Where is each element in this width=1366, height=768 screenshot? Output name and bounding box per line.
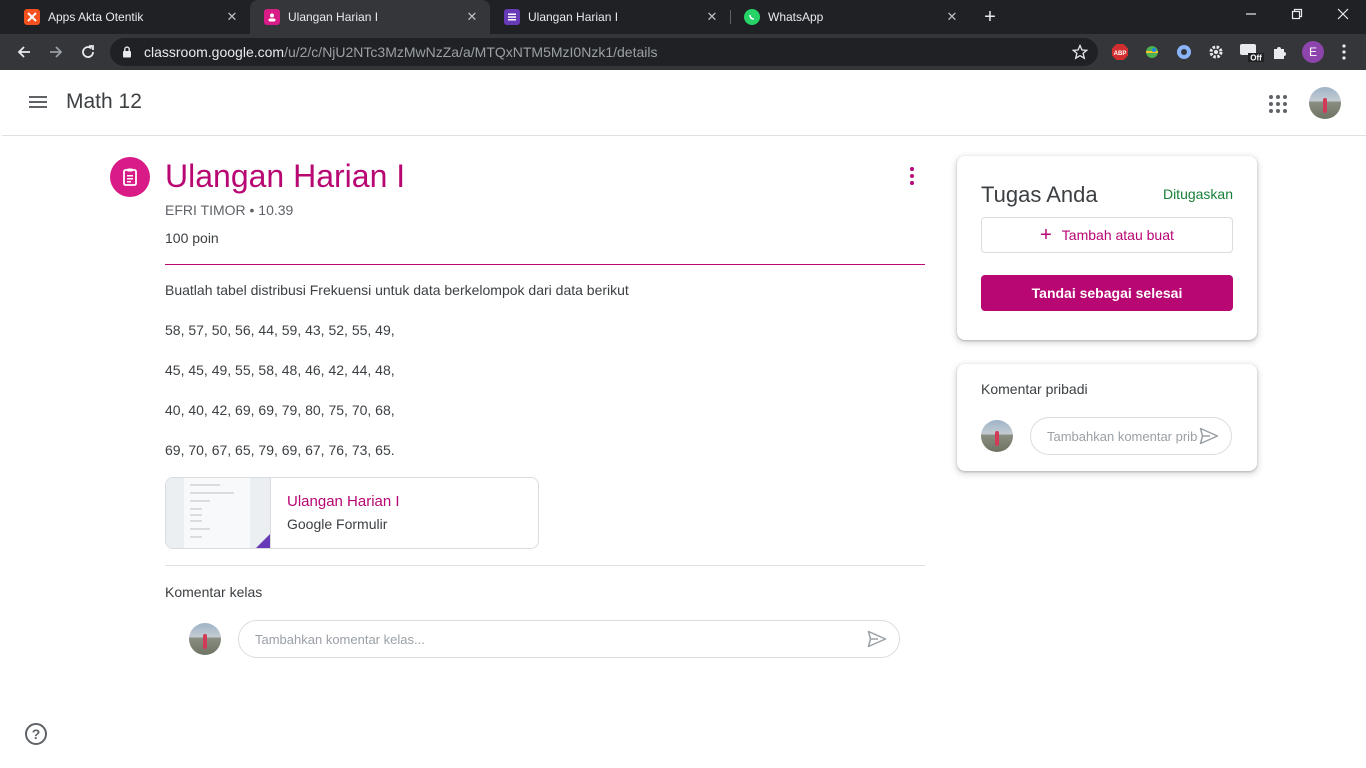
data-line: 69, 70, 67, 65, 79, 69, 67, 76, 73, 65. [165, 442, 395, 458]
classroom-favicon-icon [264, 9, 280, 25]
instructions-text: Buatlah tabel distribusi Frekuensi untuk… [165, 282, 629, 298]
browser-menu-icon[interactable] [1334, 42, 1354, 62]
title-divider [165, 264, 925, 265]
data-line: 40, 40, 42, 69, 69, 79, 80, 75, 70, 68, [165, 402, 395, 418]
minimize-icon[interactable] [1228, 0, 1274, 30]
back-icon[interactable] [12, 40, 36, 64]
browser-toolbar: classroom.google.com/u/2/c/NjU2NTc3MzMwN… [0, 34, 1366, 70]
assignment-icon [110, 157, 150, 197]
assignment-title: Ulangan Harian I [165, 158, 406, 194]
data-line: 45, 45, 49, 55, 58, 48, 46, 42, 44, 48, [165, 362, 395, 378]
assignment-details: Ulangan Harian I EFRI TIMOR • 10.39 100 … [0, 136, 1366, 768]
app-bar: Math 12 [2, 70, 1366, 136]
your-work-title: Tugas Anda [981, 182, 1098, 207]
add-or-create-button[interactable]: + Tambah atau buat [981, 217, 1233, 253]
forms-corner-icon [254, 534, 270, 548]
tab-title: WhatsApp [768, 10, 824, 24]
more-options-icon[interactable] [900, 164, 924, 188]
hamburger-menu-icon[interactable] [28, 92, 48, 112]
class-comment-input[interactable] [239, 631, 865, 647]
close-icon[interactable]: ✕ [944, 9, 960, 25]
adblock-plus-icon[interactable]: ABP [1110, 42, 1130, 62]
extension-gear-icon[interactable] [1206, 42, 1226, 62]
browser-profile-avatar[interactable]: E [1302, 41, 1324, 63]
google-apps-icon[interactable] [1268, 94, 1288, 114]
new-tab-button[interactable]: + [978, 5, 1002, 29]
class-comments-heading: Komentar kelas [165, 584, 263, 600]
private-comments-card: Komentar pribadi [957, 364, 1257, 471]
avatar [189, 623, 221, 655]
account-avatar[interactable] [1309, 87, 1341, 119]
extension-globe-icon[interactable] [1142, 42, 1162, 62]
browser-tab-ulangan-form[interactable]: Ulangan Harian I ✕ [490, 0, 730, 34]
add-or-create-label: Tambah atau buat [1061, 227, 1174, 243]
plus-icon: + [1040, 224, 1052, 246]
xampp-favicon-icon [24, 9, 40, 25]
comments-divider [165, 565, 925, 566]
close-icon[interactable]: ✕ [464, 9, 480, 25]
close-icon[interactable]: ✕ [704, 9, 720, 25]
send-icon[interactable] [865, 627, 889, 651]
class-comment-box [238, 620, 900, 658]
whatsapp-favicon-icon [744, 9, 760, 25]
url-host: classroom.google.com [144, 44, 285, 60]
forward-icon[interactable] [44, 40, 68, 64]
restore-icon[interactable] [1274, 0, 1320, 30]
avatar [981, 420, 1013, 452]
data-line: 58, 57, 50, 56, 44, 59, 43, 52, 55, 49, [165, 322, 395, 338]
extension-ring-icon[interactable] [1174, 42, 1194, 62]
attachment-type: Google Formulir [287, 516, 388, 532]
private-comment-box [1030, 417, 1232, 455]
browser-tab-apps-akta[interactable]: Apps Akta Otentik ✕ [10, 0, 250, 34]
forms-favicon-icon [504, 9, 520, 25]
browser-tab-strip: Apps Akta Otentik ✕ Ulangan Harian I ✕ U… [0, 0, 1366, 34]
form-thumbnail [166, 478, 271, 548]
assignment-meta: EFRI TIMOR • 10.39 [165, 202, 294, 218]
private-comment-input[interactable] [1031, 428, 1197, 444]
send-icon[interactable] [1197, 424, 1221, 448]
attachment-name: Ulangan Harian I [287, 493, 400, 510]
extensions-puzzle-icon[interactable] [1270, 42, 1290, 62]
attachment-card[interactable]: Ulangan Harian I Google Formulir [165, 477, 539, 549]
off-badge-label: Off [1250, 54, 1262, 63]
status-badge: Ditugaskan [1162, 186, 1233, 202]
private-comments-heading: Komentar pribadi [981, 381, 1088, 397]
lock-icon [123, 46, 131, 58]
abp-label: ABP [1114, 51, 1127, 57]
browser-tab-whatsapp[interactable]: WhatsApp ✕ [730, 0, 970, 34]
extension-off-icon[interactable]: Off [1238, 42, 1264, 63]
close-icon[interactable]: ✕ [224, 9, 240, 25]
tab-title: Ulangan Harian I [528, 10, 619, 24]
window-close-icon[interactable] [1320, 0, 1366, 30]
tab-title: Ulangan Harian I [288, 10, 379, 24]
course-title[interactable]: Math 12 [66, 90, 142, 114]
reload-icon[interactable] [76, 40, 100, 64]
address-bar[interactable]: classroom.google.com/u/2/c/NjU2NTc3MzMwN… [110, 38, 1098, 66]
help-icon[interactable]: ? [25, 723, 47, 745]
mark-as-done-button[interactable]: Tandai sebagai selesai [981, 275, 1233, 311]
browser-tab-ulangan-active[interactable]: Ulangan Harian I ✕ [250, 0, 490, 34]
assignment-points: 100 poin [165, 230, 219, 246]
url-text: classroom.google.com/u/2/c/NjU2NTc3MzMwN… [144, 44, 657, 60]
bookmark-star-icon[interactable] [1072, 44, 1088, 60]
your-work-card: Tugas Anda Ditugaskan + Tambah atau buat… [957, 156, 1257, 340]
tab-title: Apps Akta Otentik [48, 10, 144, 24]
url-path: /u/2/c/NjU2NTc3MzMwNzZa/a/MTQxNTM5MzI0Nz… [284, 44, 658, 60]
